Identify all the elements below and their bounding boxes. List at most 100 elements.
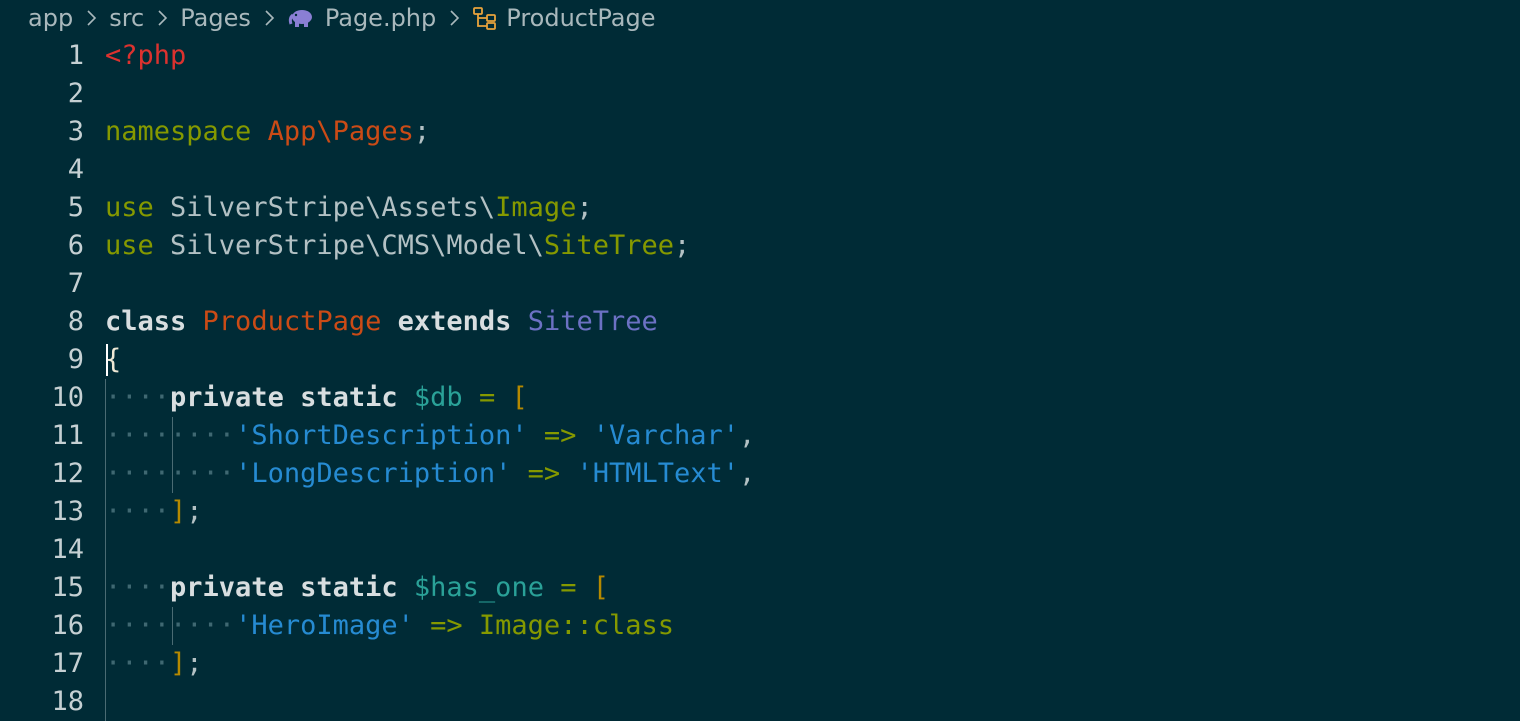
- line-number: 13: [51, 496, 84, 527]
- code-editor[interactable]: 1 <?php 2 3 namespace App\Pages; 4 5 use Silver…: [0, 37, 1520, 721]
- breadcrumb-item-src[interactable]: src: [109, 4, 144, 32]
- line-number: 14: [51, 534, 84, 565]
- code-token: private: [170, 382, 284, 413]
- line-code: ····private static $db = [: [105, 379, 528, 417]
- whitespace-marker: ····: [105, 572, 171, 603]
- line-number: 8: [67, 306, 84, 337]
- line-number: 2: [67, 78, 84, 109]
- chevron-right-icon: [265, 10, 274, 26]
- php-elephant-icon: [288, 10, 312, 27]
- code-line[interactable]: 9{: [0, 341, 1520, 379]
- whitespace-marker: ····: [170, 420, 236, 451]
- code-line[interactable]: 14: [0, 531, 1520, 569]
- line-code: ····];: [105, 493, 203, 531]
- code-token: $db: [413, 382, 463, 413]
- breadcrumb: app src Pages Page.php ProductPage: [0, 0, 1520, 36]
- code-token: SiteTree: [527, 306, 658, 337]
- line-code: ········'HeroImage' => Image::class: [105, 607, 674, 645]
- code-token: extends: [397, 306, 512, 337]
- code-line[interactable]: 11 ········'ShortDescription' => 'Varchar…: [0, 417, 1520, 455]
- line-number: 3: [67, 116, 84, 147]
- code-token: [: [511, 382, 528, 413]
- whitespace-marker: ····: [105, 382, 171, 413]
- code-line[interactable]: 16 ········'HeroImage' => Image::class: [0, 607, 1520, 645]
- indent-guide: [105, 379, 106, 721]
- line-number: 9: [67, 344, 84, 375]
- chevron-right-icon: [450, 10, 460, 26]
- code-token: =: [462, 382, 512, 413]
- code-line[interactable]: 2: [0, 75, 1520, 113]
- code-line[interactable]: 15 ····private static $has_one = [: [0, 569, 1520, 607]
- line-number: 17: [51, 648, 84, 679]
- whitespace-marker: ····: [105, 458, 171, 489]
- line-code: ········'LongDescription' => 'HTMLText',: [105, 455, 755, 493]
- code-token: ,: [739, 420, 756, 451]
- breadcrumb-item-symbol[interactable]: ProductPage: [506, 4, 655, 32]
- line-code: use SilverStripe\CMS\Model\SiteTree;: [105, 227, 690, 265]
- breadcrumb-item-pages[interactable]: Pages: [180, 4, 251, 32]
- code-line[interactable]: 17 ····];: [0, 645, 1520, 683]
- code-token: Image: [478, 610, 561, 641]
- code-token: private: [170, 572, 284, 603]
- breadcrumb-item-app[interactable]: app: [28, 4, 73, 32]
- chevron-right-icon: [87, 10, 97, 26]
- code-token: =>: [511, 458, 577, 489]
- line-code: class ProductPage extends SiteTree: [105, 303, 658, 341]
- line-code: ········'ShortDescription' => 'Varchar',: [105, 417, 755, 455]
- line-number: 7: [67, 268, 84, 299]
- chevron-right-icon: [158, 10, 168, 26]
- code-token: Image: [495, 192, 577, 223]
- whitespace-marker: ····: [105, 610, 171, 641]
- code-token: SilverStripe\CMS\Model\: [153, 230, 544, 261]
- breadcrumb-item-file[interactable]: Page.php: [325, 4, 436, 32]
- code-line[interactable]: 13 ····];: [0, 493, 1520, 531]
- code-token: 'Varchar': [592, 420, 740, 451]
- class-icon: [473, 7, 497, 30]
- code-line[interactable]: 6 use SilverStripe\CMS\Model\SiteTree;: [0, 227, 1520, 265]
- code-line[interactable]: 3 namespace App\Pages;: [0, 113, 1520, 151]
- line-number: 6: [67, 230, 84, 261]
- line-number: 16: [51, 610, 84, 641]
- code-token: ]: [170, 496, 187, 527]
- code-line[interactable]: 8 class ProductPage extends SiteTree: [0, 303, 1520, 341]
- text-cursor: [106, 344, 108, 376]
- code-line[interactable]: 10 ····private static $db = [: [0, 379, 1520, 417]
- code-line[interactable]: 7: [0, 265, 1520, 303]
- line-code: <?php: [105, 37, 186, 75]
- code-token: static: [300, 382, 398, 413]
- code-token: App\Pages: [267, 116, 414, 147]
- code-line[interactable]: 4: [0, 151, 1520, 189]
- indent-guide: [172, 607, 173, 645]
- line-number: 4: [67, 154, 84, 185]
- code-token: ;: [576, 192, 593, 223]
- line-number: 18: [51, 686, 84, 717]
- whitespace-marker: ····: [105, 420, 171, 451]
- line-number: 12: [51, 458, 84, 489]
- code-token: ;: [186, 496, 203, 527]
- code-line[interactable]: 1 <?php: [0, 37, 1520, 75]
- line-code: use SilverStripe\Assets\Image;: [105, 189, 593, 227]
- code-token: use: [105, 192, 154, 223]
- line-number: 1: [67, 40, 84, 71]
- code-token: ,: [739, 458, 756, 489]
- code-token: ]: [170, 648, 187, 679]
- code-token: SiteTree: [543, 230, 674, 261]
- code-token: static: [300, 572, 398, 603]
- code-line[interactable]: 12 ········'LongDescription' => 'HTMLText…: [0, 455, 1520, 493]
- indent-guide: [172, 417, 173, 493]
- line-number: 11: [51, 420, 84, 451]
- code-token: use: [105, 230, 154, 261]
- code-token: [: [592, 572, 609, 603]
- whitespace-marker: ····: [170, 610, 236, 641]
- line-number: 5: [67, 192, 84, 223]
- code-line[interactable]: 5 use SilverStripe\Assets\Image;: [0, 189, 1520, 227]
- code-token: =>: [527, 420, 593, 451]
- whitespace-marker: ····: [105, 648, 171, 679]
- code-line[interactable]: 18: [0, 683, 1520, 721]
